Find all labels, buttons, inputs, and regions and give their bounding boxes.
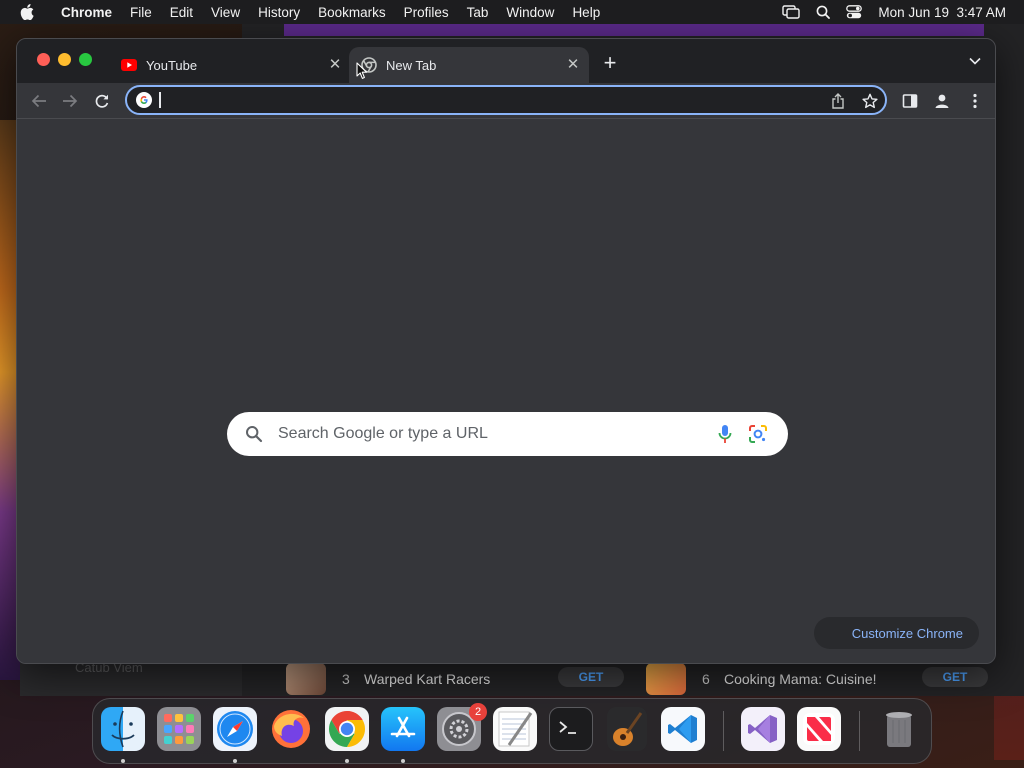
google-search-box[interactable]: Search Google or type a URL — [227, 412, 788, 456]
running-indicator — [401, 759, 405, 763]
app-list-strip: 3 Warped Kart Racers GET 6 Cooking Mama:… — [242, 662, 1024, 696]
tab-search-chevron-icon[interactable] — [969, 57, 981, 65]
bookmark-star-icon[interactable] — [861, 92, 879, 110]
textedit-icon[interactable] — [493, 707, 537, 751]
screen-mirroring-icon[interactable] — [782, 5, 801, 19]
customize-chrome-label: Customize Chrome — [851, 625, 963, 641]
tab-youtube[interactable]: YouTube ✕ — [113, 47, 351, 83]
mouse-cursor-icon — [356, 62, 368, 79]
menu-file[interactable]: File — [121, 5, 161, 20]
back-arrow-icon[interactable] — [29, 91, 49, 111]
share-icon[interactable] — [829, 92, 847, 110]
news-icon[interactable] — [797, 707, 841, 751]
google-chrome-icon[interactable] — [325, 707, 369, 751]
app-list-item[interactable]: 3 Warped Kart Racers — [286, 662, 490, 696]
app-thumbnail — [286, 663, 326, 695]
new-tab-button[interactable]: + — [599, 52, 621, 75]
app-rank: 6 — [702, 671, 710, 687]
reload-icon[interactable] — [92, 91, 112, 111]
side-panel-icon[interactable] — [900, 91, 920, 111]
more-menu-icon[interactable] — [965, 91, 985, 111]
firefox-icon[interactable] — [269, 707, 313, 751]
terminal-icon[interactable] — [549, 707, 593, 751]
menu-window[interactable]: Window — [497, 5, 563, 20]
minimize-window-button[interactable] — [58, 53, 71, 66]
search-placeholder: Search Google or type a URL — [278, 425, 488, 442]
customize-chrome-button[interactable]: Customize Chrome — [813, 617, 979, 649]
menu-bookmarks[interactable]: Bookmarks — [309, 5, 395, 20]
zoom-window-button[interactable] — [79, 53, 92, 66]
tab-strip: YouTube ✕ New Tab ✕ + — [17, 39, 995, 83]
dock-separator — [723, 711, 724, 751]
menu-bar: Chrome File Edit View History Bookmarks … — [0, 0, 1024, 24]
menu-clock[interactable]: Mon Jun 19 3:47 AM — [878, 5, 1006, 20]
menu-tab[interactable]: Tab — [458, 5, 498, 20]
get-button[interactable]: GET — [922, 667, 988, 687]
spotlight-search-icon[interactable] — [816, 5, 831, 19]
chrome-window: YouTube ✕ New Tab ✕ + Search Google or t… — [16, 38, 996, 664]
apple-icon[interactable] — [20, 4, 34, 20]
control-center-icon[interactable] — [846, 5, 863, 19]
safari-icon[interactable] — [213, 707, 257, 751]
tab-title: New Tab — [386, 57, 437, 73]
app-list-item[interactable]: 6 Cooking Mama: Cuisine! — [646, 662, 877, 696]
close-tab-icon[interactable]: ✕ — [565, 57, 581, 73]
menu-view[interactable]: View — [202, 5, 249, 20]
address-input[interactable] — [161, 89, 821, 111]
tab-new-tab[interactable]: New Tab ✕ — [349, 47, 589, 83]
menu-profiles[interactable]: Profiles — [395, 5, 458, 20]
profile-avatar-icon[interactable] — [932, 91, 952, 111]
address-bar[interactable] — [125, 85, 887, 115]
system-settings-icon[interactable]: 2 — [437, 703, 487, 751]
window-controls — [37, 53, 92, 66]
background-banner — [284, 24, 984, 36]
get-button[interactable]: GET — [558, 667, 624, 687]
app-name: Warped Kart Racers — [364, 671, 491, 687]
new-tab-page: Search Google or type a URL Customize Ch… — [17, 119, 995, 663]
dock-separator — [859, 711, 860, 751]
trash-icon[interactable] — [877, 707, 921, 751]
finder-icon[interactable] — [101, 707, 145, 751]
app-name: Cooking Mama: Cuisine! — [724, 671, 877, 687]
menu-app-name[interactable]: Chrome — [52, 5, 121, 20]
vscode-icon[interactable] — [661, 707, 705, 751]
close-tab-icon[interactable]: ✕ — [327, 57, 343, 73]
close-window-button[interactable] — [37, 53, 50, 66]
app-store-icon[interactable] — [381, 707, 425, 751]
launchpad-icon[interactable] — [157, 707, 201, 751]
tab-title: YouTube — [146, 57, 198, 73]
dock: 2 — [92, 698, 932, 764]
youtube-icon — [121, 57, 137, 73]
menu-history[interactable]: History — [249, 5, 309, 20]
running-indicator — [121, 759, 125, 763]
search-icon — [246, 426, 263, 443]
menu-edit[interactable]: Edit — [161, 5, 202, 20]
running-indicator — [233, 759, 237, 763]
forward-arrow-icon[interactable] — [60, 91, 80, 111]
garageband-icon[interactable] — [605, 707, 649, 751]
google-lens-icon[interactable] — [748, 424, 768, 444]
browser-toolbar — [17, 83, 995, 119]
app-thumbnail — [646, 663, 686, 695]
visual-studio-icon[interactable] — [741, 707, 785, 751]
app-rank: 3 — [342, 671, 350, 687]
notification-badge: 2 — [469, 703, 487, 721]
voice-search-mic-icon[interactable] — [718, 424, 732, 444]
running-indicator — [345, 759, 349, 763]
google-icon — [136, 92, 152, 108]
menu-help[interactable]: Help — [563, 5, 609, 20]
